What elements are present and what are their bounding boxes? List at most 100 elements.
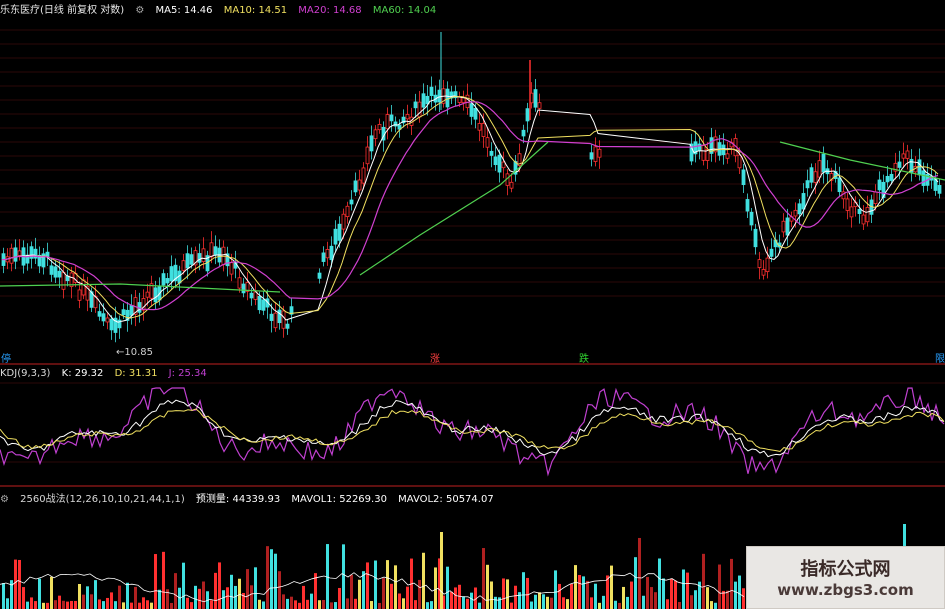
volume-bar [610,565,613,609]
volume-legend: ⚙ 2560战法(12,26,10,10,21,44,1,1) 预测量: 443… [0,490,502,505]
volume-bar [86,586,89,609]
candle-body [765,257,770,273]
volume-bar [718,564,721,609]
volume-bar [650,587,653,609]
candle-body [593,146,598,162]
volume-bar [670,578,673,609]
volume-bar [706,587,709,609]
volume-bar [722,590,725,609]
volume-bar [630,581,633,609]
ma20-line [1,101,939,311]
candle-body [161,273,166,286]
candle-body [121,309,126,316]
volume-bar [382,578,385,609]
volume-bar [322,599,325,609]
candle-body [873,191,878,205]
volume-bar [122,602,125,609]
volume-bar [662,578,665,609]
settings-icon[interactable]: ⚙ [0,494,9,505]
volume-bar [294,600,297,609]
candle-body [497,154,502,173]
candle-body [761,269,766,276]
volume-bar [738,575,741,609]
candle-body [429,86,434,96]
candle-body [269,313,274,321]
volume-bar [498,597,501,609]
stock-chart-canvas[interactable] [0,0,945,609]
volume-bar [674,580,677,609]
candle-body [201,248,206,263]
candle-body [281,310,286,329]
volume-bar [566,599,569,609]
volume-bar [578,574,581,609]
volume-bar [102,601,105,609]
candle-body [745,199,750,212]
candle-body [329,245,334,261]
volume-bar [154,554,157,609]
volume-bar [398,593,401,609]
volume-bar [598,602,601,609]
volume-bar [78,583,81,609]
volume-bar [594,583,597,609]
volume-bar [440,532,443,609]
volume-bar [174,573,177,609]
candle-body [373,129,378,140]
candle-body [105,317,110,323]
mavol2-value: MAVOL2: 50574.07 [398,494,494,505]
volume-bar [130,602,133,609]
marker-rise: 涨 [430,354,440,365]
candle-body [349,199,354,205]
candle-body [485,137,490,148]
candle-body [337,223,342,241]
volume-bar [82,594,85,609]
volume-bar [90,594,93,609]
volume-bar [274,553,277,609]
candle-body [317,272,322,279]
volume-indicator-name: 2560战法(12,26,10,10,21,44,1,1) [20,494,185,505]
candle-body [285,323,290,329]
volume-bar [646,576,649,609]
volume-bar [246,569,249,609]
candle-body [353,180,358,193]
volume-bar [642,595,645,609]
volume-bar [730,558,733,609]
kdj-d-value: D: 31.31 [114,368,158,379]
volume-bar [114,601,117,609]
candle-body [109,318,114,331]
volume-bar [586,580,589,609]
volume-bar [694,590,697,609]
volume-bar [406,586,409,609]
volume-bar [286,598,289,609]
volume-bar [142,597,145,609]
candle-body [889,173,894,181]
volume-bar [634,557,637,609]
volume-bar [54,600,57,609]
volume-bar [426,602,429,609]
volume-bar [534,594,537,609]
volume-bar [266,546,269,609]
volume-bar [602,595,605,609]
volume-bar [710,601,713,609]
candle-body [781,220,786,233]
volume-bar [22,587,25,609]
volume-bar [134,586,137,609]
settings-icon[interactable]: ⚙ [135,5,144,16]
candle-body [757,259,762,268]
candle-body [885,175,890,183]
volume-bar [30,597,33,609]
volume-bar [330,602,333,609]
volume-bar [50,576,53,609]
candle-body [61,271,66,290]
volume-bar [334,602,337,609]
candle-body [525,108,530,122]
volume-bar [58,595,61,609]
candle-body [261,299,266,311]
candle-body [861,214,866,225]
candle-body [521,129,526,137]
volume-bar [526,577,529,609]
candle-body [253,291,258,300]
candle-body [477,123,482,131]
volume-bar [374,560,377,609]
candle-body [57,270,62,278]
candle-body [357,179,362,191]
